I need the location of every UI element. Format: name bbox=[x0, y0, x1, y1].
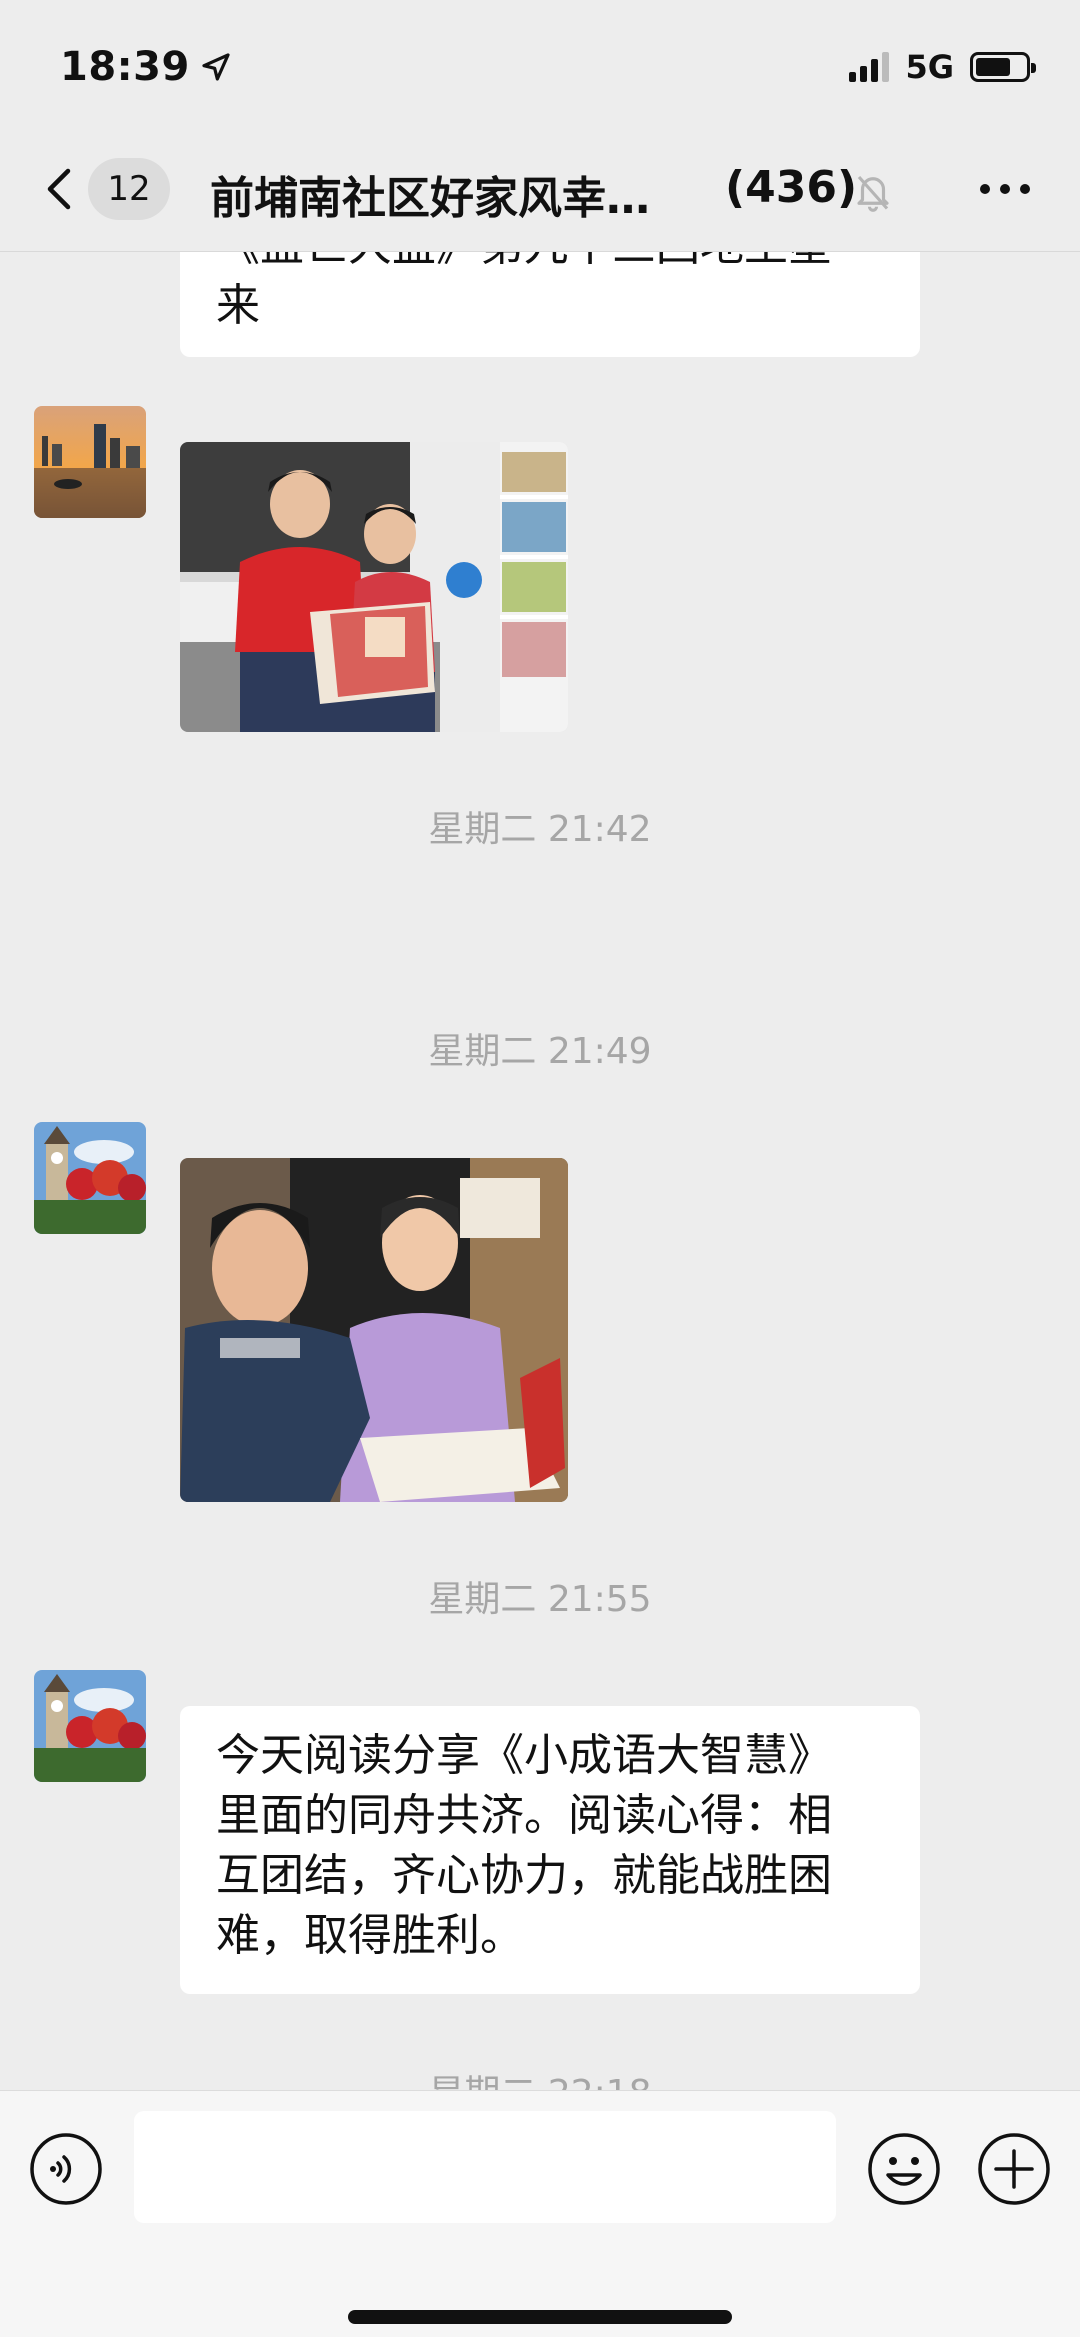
message-text-line: 今天阅读分享《小成语大智慧》 bbox=[216, 1730, 832, 1781]
chat-header: 12 前埔南社区好家风幸… (436) bbox=[0, 130, 1080, 252]
message-text-line: 来 bbox=[216, 280, 260, 331]
emoji-icon[interactable] bbox=[866, 2131, 942, 2207]
battery-icon bbox=[970, 52, 1036, 82]
avatar[interactable] bbox=[34, 406, 146, 518]
location-arrow-icon bbox=[202, 53, 230, 81]
avatar[interactable] bbox=[34, 1122, 146, 1234]
message-timestamp: 星期二 21:49 bbox=[428, 1031, 652, 1072]
more-options-button[interactable] bbox=[980, 184, 1030, 194]
dot-icon bbox=[1000, 184, 1010, 194]
message-text-line: 《盖世大盗》第九十三回地王星 bbox=[216, 252, 884, 276]
message-bubble[interactable]: 今天阅读分享《小成语大智慧》 里面的同舟共济。阅读心得：相 互团结，齐心协力，就… bbox=[180, 1706, 920, 1994]
status-time: 18:39 bbox=[60, 44, 232, 90]
time-label: 18:39 bbox=[60, 44, 190, 90]
dot-icon bbox=[1020, 184, 1030, 194]
status-icons: 5G bbox=[849, 48, 1036, 86]
home-indicator bbox=[348, 2310, 732, 2324]
voice-input-icon[interactable] bbox=[28, 2131, 104, 2207]
unread-count-badge: 12 bbox=[88, 158, 170, 220]
message-text-line: 里面的同舟共济。阅读心得：相 bbox=[216, 1790, 832, 1841]
photo-parent-child-reading bbox=[180, 442, 568, 732]
message-timestamp: 星期二 21:55 bbox=[428, 1579, 652, 1620]
plus-icon[interactable] bbox=[976, 2131, 1052, 2207]
chat-title[interactable]: 前埔南社区好家风幸… bbox=[210, 162, 650, 226]
avatar-clock-tower-image bbox=[34, 1670, 146, 1782]
dot-icon bbox=[980, 184, 990, 194]
message-text-line: 互团结，齐心协力，就能战胜困 bbox=[216, 1850, 832, 1901]
back-button[interactable]: 12 bbox=[40, 158, 170, 220]
photo-children-reading bbox=[180, 1158, 568, 1502]
message-text-input[interactable] bbox=[134, 2111, 836, 2223]
mute-bell-icon bbox=[857, 175, 889, 212]
message-timestamp: 星期二 21:42 bbox=[428, 809, 652, 850]
network-label: 5G bbox=[905, 48, 954, 86]
image-message-reading[interactable] bbox=[180, 1158, 568, 1502]
avatar[interactable] bbox=[34, 1670, 146, 1782]
message-text-line: 难，取得胜利。 bbox=[216, 1910, 524, 1961]
message-timestamp: 星期二 22:18 bbox=[0, 2064, 1080, 2090]
member-count: (436) bbox=[725, 162, 858, 213]
avatar-sunset-image bbox=[34, 406, 146, 518]
message-list[interactable]: 《盖世大盗》第九十三回地王星 来 bbox=[0, 252, 1080, 2090]
avatar-clock-tower-image bbox=[34, 1122, 146, 1234]
image-message-reading[interactable] bbox=[180, 442, 568, 732]
message-input-bar bbox=[0, 2090, 1080, 2337]
signal-icon bbox=[849, 52, 890, 82]
status-bar: 18:39 5G bbox=[0, 0, 1080, 130]
chevron-left-icon bbox=[47, 168, 71, 210]
message-bubble[interactable]: 《盖世大盗》第九十三回地王星 来 bbox=[180, 252, 920, 357]
